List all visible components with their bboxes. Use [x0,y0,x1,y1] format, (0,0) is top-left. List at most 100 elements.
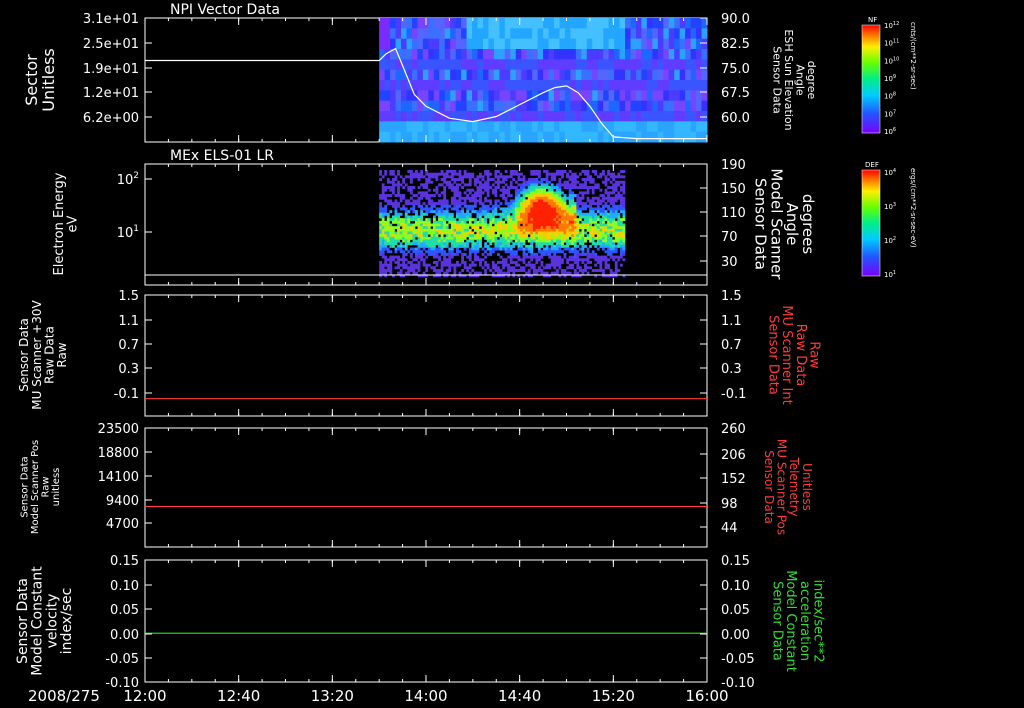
spectrogram-cell [589,252,593,256]
spectrogram-cell [468,263,472,267]
spectrogram-cell [679,38,686,50]
spectrogram-cell [530,228,534,232]
spectrogram-cell [417,111,424,122]
spectrogram-cell [517,175,521,179]
spectrogram-cell [614,80,621,91]
y-right-tick-label: 0.00 [721,628,750,643]
spectrogram-cell [411,59,418,71]
spectrogram-cell [391,180,395,184]
spectrogram-cell [573,210,577,214]
spectrogram-cell [581,196,585,200]
spectrogram-cell [476,244,480,248]
spectrogram-cell [450,131,457,143]
spectrogram-cell [527,212,531,216]
spectrogram-cell [468,252,472,256]
spectrogram-cell [402,220,406,224]
spectrogram-cell [522,220,526,224]
spectrogram-cell [663,131,670,143]
spectrogram-cell [433,100,440,112]
spectrogram-cell [499,202,503,206]
spectrogram-cell [591,239,595,243]
spectrogram-cell [540,260,544,264]
spectrogram-cell [635,111,642,122]
colorbar-def-ticks: 104103102101 [884,168,896,279]
spectrogram-cell [525,247,529,251]
spectrogram-cell [609,268,613,272]
spectrogram-cell [701,80,708,91]
spectrogram-cell [488,49,495,60]
spectrogram-cell [407,271,411,275]
spectrogram-cell [471,244,475,248]
spectrogram-cell [450,255,454,259]
spectrogram-cell [591,199,595,203]
spectrogram-cell [453,178,457,181]
spectrogram-cell [468,180,472,184]
spectrogram-cell [581,234,585,238]
spectrogram-cell [422,186,426,190]
spectrogram-cell [619,59,626,71]
spectrogram-cell [402,228,406,232]
spectrogram-cell [609,191,613,195]
spectrogram-cell [489,250,493,254]
spectrogram-cell [515,80,522,91]
spectrogram-cell [512,204,516,208]
spectrogram-cell [502,178,505,181]
spectrogram-cell [450,28,457,40]
spectrogram-cell [609,236,613,240]
spectrogram-cell [389,268,393,272]
spectrogram-cell [601,220,605,224]
spectrogram-cell [386,266,390,270]
spectrogram-cell [563,231,567,235]
spectrogram-cell [499,239,503,243]
spectrogram-cell [384,100,391,112]
spectrogram-cell [589,199,593,203]
spectrogram-cell [461,180,464,184]
spectrogram-cell [566,183,569,187]
spectrogram-cell [575,111,582,122]
spectrogram-cell [476,188,480,192]
spectrogram-cell [614,260,618,264]
spectrogram-cell [509,244,513,248]
spectrogram-cell [522,180,526,184]
spectrogram-cell [432,236,436,240]
spectrogram-cell [553,244,557,248]
spectrogram-cell [674,131,681,143]
spectrogram-cell [499,90,506,102]
spectrogram-cell [473,180,477,184]
spectrogram-cell [450,220,454,224]
spectrogram-cell [409,242,413,246]
spectrogram-cell [438,210,441,214]
spectrogram-cell [499,255,503,259]
spectrogram-cell [397,247,400,251]
spectrogram-cell [548,188,552,192]
spectrogram-cell [573,260,577,264]
spectrogram-cell [614,239,618,243]
spectrogram-cell [432,188,436,192]
spectrogram-cell [540,250,544,254]
spectrogram-cell [614,234,618,238]
spectrogram-cell [391,244,395,248]
spectrogram-cell [390,121,397,133]
spectrogram-cell [463,220,467,224]
spectrogram-cell [594,215,598,219]
spectrogram-cell [589,202,593,206]
spectrogram-cell [589,178,593,181]
spectrogram-cell [532,186,536,190]
spectrogram-cell [563,204,567,208]
spectrogram-cell [417,234,421,238]
spectrogram-cell [415,266,418,270]
spectrogram-cell [484,212,488,216]
spectrogram-cell [420,170,424,173]
spectrogram-cell [504,263,508,267]
spectrogram-cell [520,196,523,200]
spectrogram-cell [402,204,406,208]
spectrogram-cell [466,239,470,243]
spectrogram-cell [514,226,518,230]
spectrogram-cell [548,191,552,195]
spectrogram-cell [415,242,418,246]
spectrogram-cell [435,210,439,214]
spectrogram-cell [537,242,541,246]
spectrogram-cell [443,191,447,195]
spectrogram-cell [443,188,447,192]
spectrogram-cell [461,196,464,200]
